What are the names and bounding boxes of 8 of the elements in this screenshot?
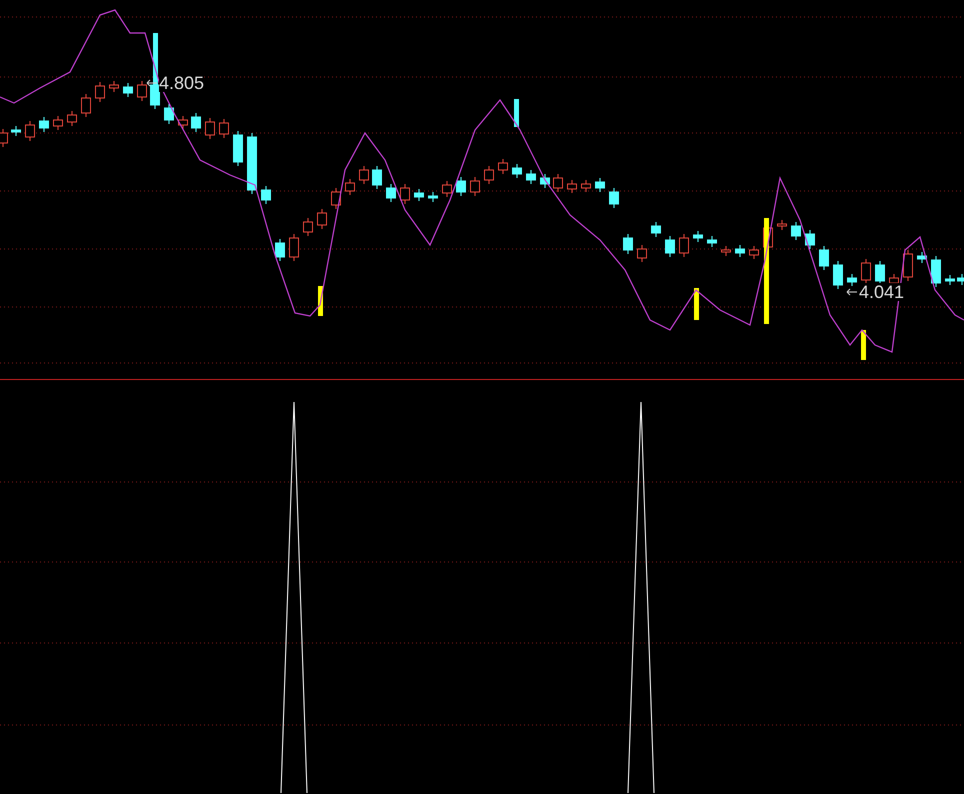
- signal-bar: [514, 99, 519, 127]
- signal-bar: [861, 330, 866, 360]
- high-price-label: 4.805: [159, 74, 204, 92]
- signal-bar: [694, 288, 699, 320]
- low-price-label: 4.041: [859, 283, 904, 301]
- arrow-icon: [846, 287, 858, 297]
- arrow-icon: [146, 78, 158, 88]
- signal-bar: [318, 286, 323, 316]
